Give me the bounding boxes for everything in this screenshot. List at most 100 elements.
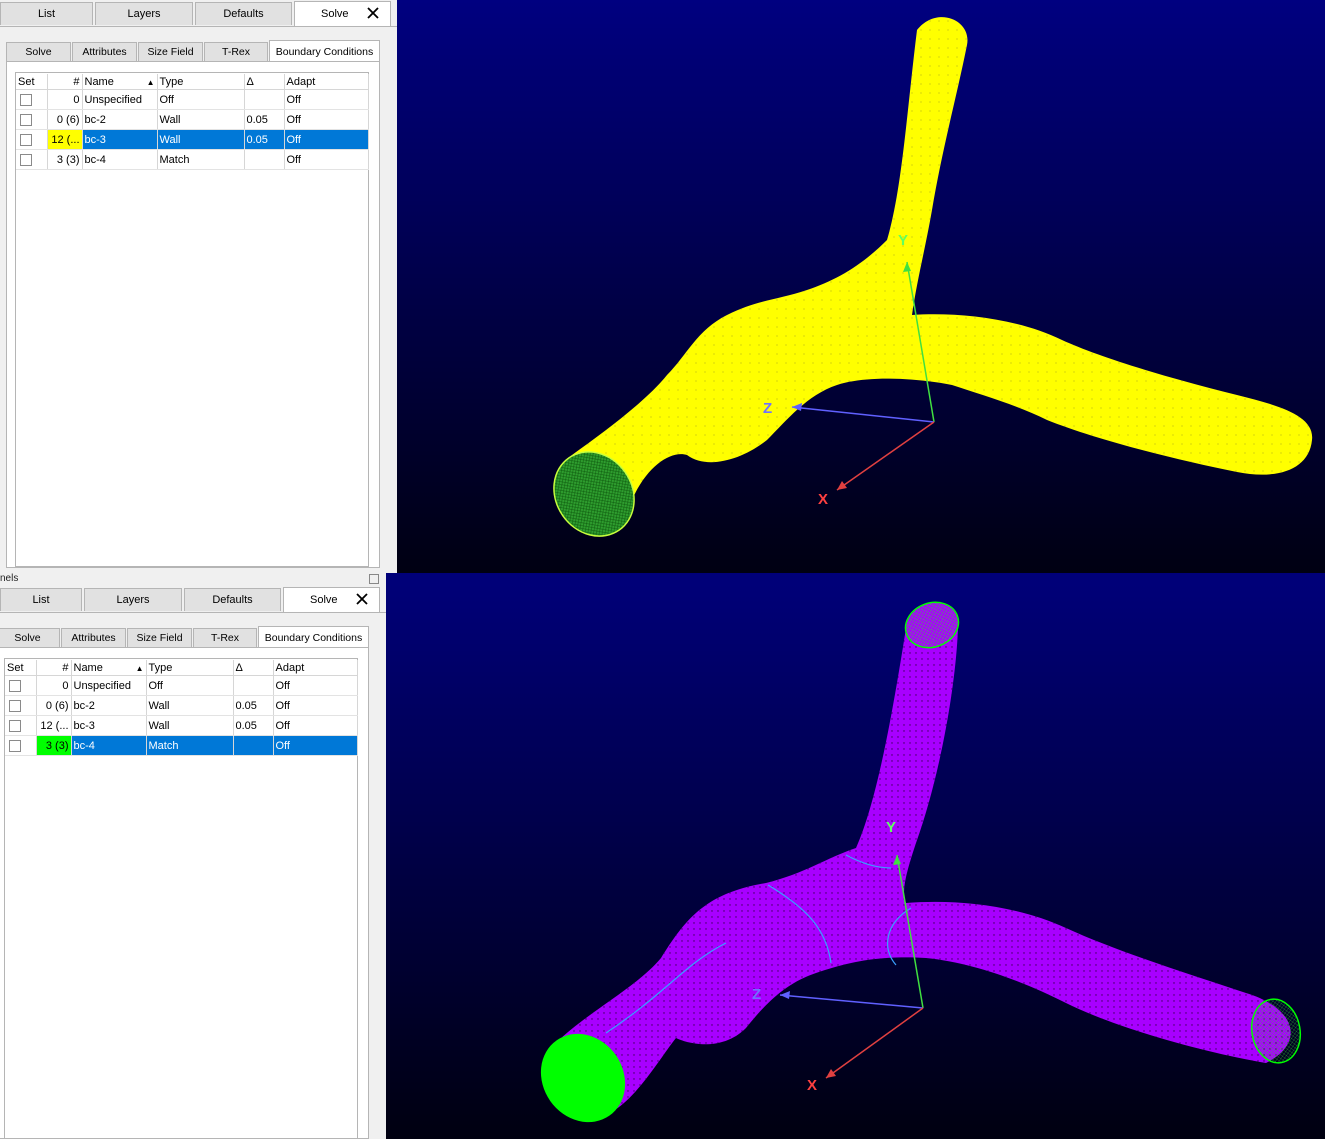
type-cell[interactable]: Match bbox=[146, 735, 234, 756]
count-cell: 0 bbox=[47, 89, 83, 110]
delta-cell[interactable] bbox=[244, 89, 285, 110]
col-adapt[interactable]: Adapt bbox=[273, 660, 358, 676]
adapt-cell[interactable]: Off bbox=[284, 149, 369, 170]
col-num[interactable]: # bbox=[47, 74, 83, 90]
col-set[interactable]: Set bbox=[16, 74, 48, 90]
subtab-size-field[interactable]: Size Field bbox=[138, 42, 203, 61]
type-cell[interactable]: Wall bbox=[157, 109, 245, 130]
subtab-solve[interactable]: Solve bbox=[6, 42, 71, 61]
delta-cell[interactable]: 0.05 bbox=[244, 109, 285, 130]
top-3d-viewport[interactable]: Y Z X bbox=[397, 0, 1325, 573]
tab-layers[interactable]: Layers bbox=[95, 2, 193, 25]
count-cell: 0 bbox=[36, 675, 72, 696]
type-cell[interactable]: Off bbox=[157, 89, 245, 110]
tab-defaults[interactable]: Defaults bbox=[184, 588, 281, 611]
adapt-cell[interactable]: Off bbox=[284, 109, 369, 130]
table-row[interactable]: 0 Unspecified Off Off bbox=[16, 89, 369, 110]
table-row-selected[interactable]: 12 (... bc-3 Wall 0.05 Off bbox=[16, 129, 369, 150]
table-row-selected[interactable]: 3 (3) bc-4 Match Off bbox=[5, 735, 358, 756]
name-cell: bc-4 bbox=[82, 149, 158, 170]
type-cell[interactable]: Wall bbox=[146, 695, 234, 716]
subtab-trex[interactable]: T-Rex bbox=[193, 628, 257, 647]
col-name[interactable]: Name ▲ bbox=[82, 74, 158, 90]
subtab-solve[interactable]: Solve bbox=[0, 628, 60, 647]
set-checkbox[interactable] bbox=[9, 739, 21, 752]
top-sub-tabbar: Solve Attributes Size Field T-Rex Bounda… bbox=[6, 40, 380, 62]
subtab-attributes[interactable]: Attributes bbox=[72, 42, 137, 61]
set-checkbox[interactable] bbox=[20, 93, 32, 106]
set-checkbox[interactable] bbox=[20, 113, 32, 126]
delta-cell[interactable]: 0.05 bbox=[244, 129, 285, 150]
adapt-cell[interactable]: Off bbox=[273, 675, 358, 696]
bottom-bc-table: Set # Name ▲ Type Δ Adapt 0 Unspecified O… bbox=[5, 660, 358, 756]
count-cell: 0 (6) bbox=[36, 695, 72, 716]
set-cell[interactable] bbox=[16, 89, 48, 110]
delta-cell[interactable] bbox=[233, 675, 274, 696]
col-delta[interactable]: Δ bbox=[244, 74, 285, 90]
bottom-sub-tabbar: Solve Attributes Size Field T-Rex Bounda… bbox=[0, 626, 369, 648]
adapt-cell[interactable]: Off bbox=[273, 735, 358, 756]
adapt-cell[interactable]: Off bbox=[273, 715, 358, 736]
subtab-attributes[interactable]: Attributes bbox=[61, 628, 126, 647]
set-cell[interactable] bbox=[5, 715, 37, 736]
panel-splitter[interactable] bbox=[0, 573, 397, 586]
splitter-label: nels bbox=[0, 573, 19, 584]
set-cell[interactable] bbox=[16, 109, 48, 130]
set-checkbox[interactable] bbox=[9, 679, 21, 692]
set-checkbox[interactable] bbox=[9, 699, 21, 712]
subtab-boundary-conditions[interactable]: Boundary Conditions bbox=[269, 40, 380, 62]
set-checkbox[interactable] bbox=[9, 719, 21, 732]
y-axis-label: Y bbox=[886, 819, 896, 836]
set-checkbox[interactable] bbox=[20, 153, 32, 166]
col-name[interactable]: Name ▲ bbox=[71, 660, 147, 676]
type-cell[interactable]: Wall bbox=[157, 129, 245, 150]
set-cell[interactable] bbox=[16, 129, 48, 150]
adapt-cell[interactable]: Off bbox=[284, 129, 369, 150]
set-cell[interactable] bbox=[16, 149, 48, 170]
table-row[interactable]: 0 (6) bc-2 Wall 0.05 Off bbox=[5, 695, 358, 716]
delta-cell[interactable]: 0.05 bbox=[233, 715, 274, 736]
tab-defaults[interactable]: Defaults bbox=[195, 2, 292, 25]
set-cell[interactable] bbox=[5, 675, 37, 696]
count-cell-highlighted: 3 (3) bbox=[36, 735, 72, 756]
type-cell[interactable]: Wall bbox=[146, 715, 234, 736]
top-render-canvas[interactable]: Y Z X bbox=[397, 0, 1325, 573]
delta-cell[interactable] bbox=[244, 149, 285, 170]
adapt-cell[interactable]: Off bbox=[273, 695, 358, 716]
set-cell[interactable] bbox=[5, 735, 37, 756]
set-checkbox[interactable] bbox=[20, 133, 32, 146]
type-cell[interactable]: Match bbox=[157, 149, 245, 170]
close-icon[interactable] bbox=[366, 6, 380, 20]
col-delta[interactable]: Δ bbox=[233, 660, 274, 676]
tab-layers[interactable]: Layers bbox=[84, 588, 182, 611]
bottom-render-canvas[interactable]: Y Z X bbox=[386, 573, 1325, 1139]
set-cell[interactable] bbox=[5, 695, 37, 716]
col-type[interactable]: Type bbox=[146, 660, 234, 676]
tab-list[interactable]: List bbox=[0, 588, 82, 611]
col-name-label: Name bbox=[84, 75, 114, 88]
delta-cell[interactable]: 0.05 bbox=[233, 695, 274, 716]
delta-cell[interactable] bbox=[233, 735, 274, 756]
table-row[interactable]: 12 (... bc-3 Wall 0.05 Off bbox=[5, 715, 358, 736]
type-cell[interactable]: Off bbox=[146, 675, 234, 696]
subtab-boundary-conditions[interactable]: Boundary Conditions bbox=[258, 626, 369, 648]
bottom-3d-viewport[interactable]: Y Z X bbox=[386, 573, 1325, 1139]
table-row[interactable]: 3 (3) bc-4 Match Off bbox=[16, 149, 369, 170]
subtab-size-field[interactable]: Size Field bbox=[127, 628, 192, 647]
table-row[interactable]: 0 (6) bc-2 Wall 0.05 Off bbox=[16, 109, 369, 130]
col-type[interactable]: Type bbox=[157, 74, 245, 90]
count-cell-highlighted: 12 (... bbox=[47, 129, 83, 150]
col-adapt[interactable]: Adapt bbox=[284, 74, 369, 90]
count-cell: 0 (6) bbox=[47, 109, 83, 130]
close-icon[interactable] bbox=[355, 592, 369, 606]
name-cell: bc-2 bbox=[82, 109, 158, 130]
col-set[interactable]: Set bbox=[5, 660, 37, 676]
name-cell: Unspecified bbox=[71, 675, 147, 696]
z-axis-label: Z bbox=[752, 986, 761, 1003]
undock-icon[interactable] bbox=[369, 574, 379, 584]
table-row[interactable]: 0 Unspecified Off Off bbox=[5, 675, 358, 696]
subtab-trex[interactable]: T-Rex bbox=[204, 42, 268, 61]
adapt-cell[interactable]: Off bbox=[284, 89, 369, 110]
tab-list[interactable]: List bbox=[0, 2, 93, 25]
col-num[interactable]: # bbox=[36, 660, 72, 676]
